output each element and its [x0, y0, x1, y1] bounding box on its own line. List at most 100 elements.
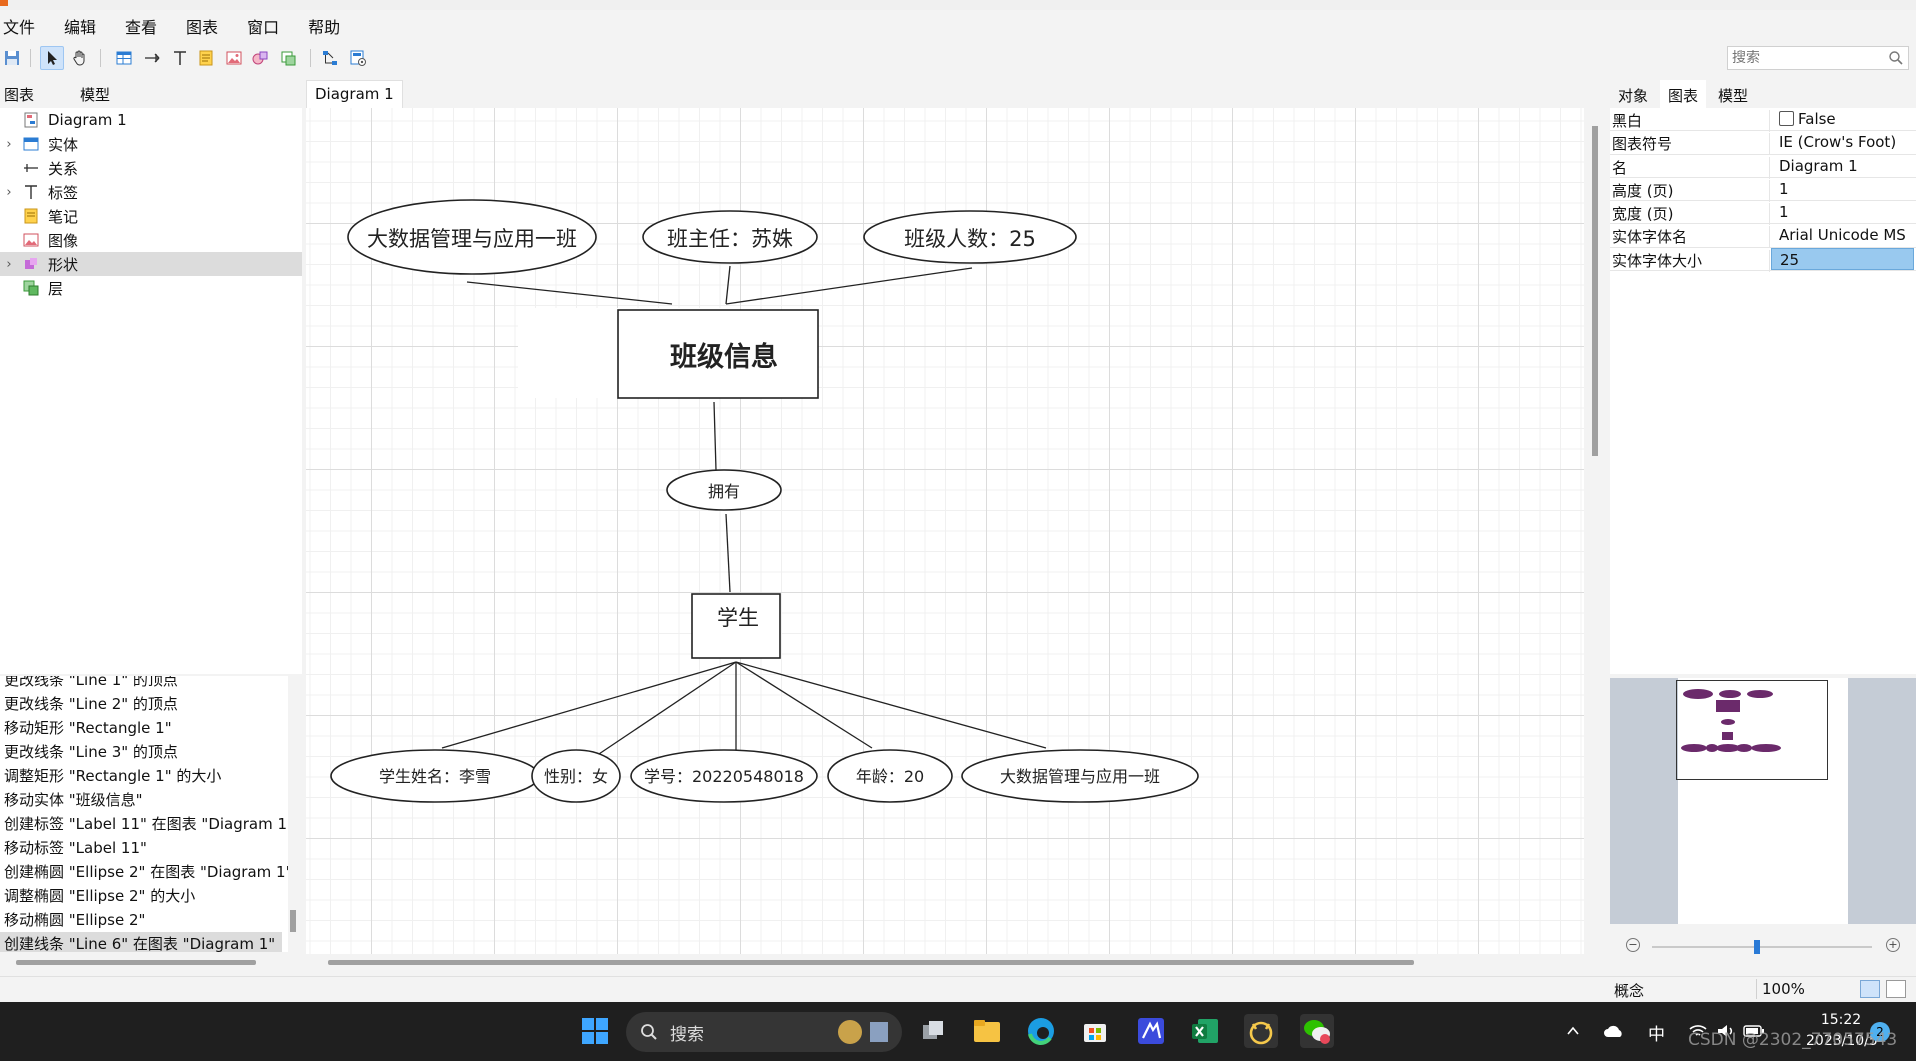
history-scrollbar[interactable] — [288, 676, 298, 952]
connector-line[interactable] — [466, 281, 673, 305]
menu-edit[interactable]: 编辑 — [64, 14, 96, 38]
left-horizontal-scrollbar[interactable] — [16, 960, 256, 965]
history-item[interactable]: 更改线条 "Line 1" 的顶点 — [0, 676, 282, 692]
property-value[interactable]: IE (Crow's Foot) — [1771, 131, 1914, 153]
new-image-button[interactable] — [222, 46, 246, 70]
new-shape-button[interactable] — [248, 46, 272, 70]
tab-diagram-1[interactable]: Diagram 1 — [306, 80, 403, 108]
menu-window[interactable]: 窗口 — [247, 14, 279, 38]
connector-line[interactable] — [735, 661, 1047, 749]
history-item[interactable]: 移动椭圆 "Ellipse 2" — [0, 908, 282, 932]
connector-line[interactable] — [735, 661, 873, 749]
image-icon — [226, 51, 242, 65]
history-panel: 更改线条 "Line 1" 的顶点 更改线条 "Line 2" 的顶点 移动矩形… — [0, 676, 288, 952]
history-item[interactable]: 创建标签 "Label 11" 在图表 "Diagram 1" — [0, 812, 288, 836]
zoom-out-icon[interactable]: − — [1626, 938, 1640, 952]
zoom-level[interactable]: 100% — [1762, 980, 1805, 998]
chevron-up-icon[interactable] — [1560, 1014, 1586, 1048]
property-value[interactable]: False — [1771, 108, 1914, 130]
tree-item-relations[interactable]: 关系 — [0, 156, 302, 180]
diagram-canvas[interactable]: 大数据管理与应用一班 班主任：苏姝 班级人数：25 班级信息 拥有 学生 学生姓… — [306, 108, 1584, 954]
property-value[interactable]: Arial Unicode MS — [1771, 224, 1914, 246]
connector-line[interactable] — [725, 265, 731, 305]
history-item[interactable]: 移动实体 "班级信息" — [0, 788, 282, 812]
history-item[interactable]: 更改线条 "Line 3" 的顶点 — [0, 740, 282, 764]
canvas-horizontal-scrollbar[interactable] — [328, 960, 1414, 965]
history-item[interactable]: 创建椭圆 "Ellipse 2" 在图表 "Diagram 1" — [0, 860, 288, 884]
menu-help[interactable]: 帮助 — [308, 14, 340, 38]
menu-diagram[interactable]: 图表 — [186, 14, 218, 38]
tab-diagram[interactable]: 图表 — [0, 80, 39, 106]
property-value-editor[interactable]: 25 — [1771, 247, 1914, 270]
microsoft-store-icon[interactable] — [1078, 1014, 1112, 1048]
ime-indicator[interactable]: 中 — [1648, 1020, 1665, 1045]
tree-item-layers[interactable]: 层 — [0, 276, 302, 300]
history-item-current[interactable]: 创建线条 "Line 6" 在图表 "Diagram 1" — [0, 932, 282, 952]
navicat-icon[interactable] — [1244, 1014, 1278, 1048]
toolbar — [0, 44, 1916, 72]
file-explorer-icon[interactable] — [970, 1014, 1004, 1048]
menu-file[interactable]: 文件 — [3, 14, 35, 38]
new-note-button[interactable] — [194, 46, 218, 70]
history-item[interactable]: 移动标签 "Label 11" — [0, 836, 282, 860]
connector-line[interactable] — [725, 267, 973, 305]
connector-line[interactable] — [589, 661, 737, 761]
chevron-right-icon[interactable]: › — [0, 185, 18, 200]
tree-item-images[interactable]: 图像 — [0, 228, 302, 252]
history-item[interactable]: 更改线条 "Line 2" 的顶点 — [0, 692, 282, 716]
property-value[interactable]: Diagram 1 — [1771, 155, 1914, 177]
tree-item-label: 形状 — [48, 255, 79, 274]
pointer-tool-button[interactable] — [40, 46, 64, 70]
property-value[interactable]: 1 — [1771, 201, 1914, 223]
diagram-overview[interactable] — [1610, 678, 1916, 924]
tree-item-notes[interactable]: 笔记 — [0, 204, 302, 228]
excel-icon[interactable] — [1188, 1014, 1222, 1048]
canvas-vertical-scrollbar[interactable] — [1590, 108, 1600, 954]
history-item[interactable]: 移动矩形 "Rectangle 1" — [0, 716, 282, 740]
layout-view-icon[interactable] — [1860, 980, 1880, 998]
zoom-in-icon[interactable]: + — [1886, 938, 1900, 952]
new-layer-button[interactable] — [276, 46, 300, 70]
search-field[interactable] — [1727, 46, 1909, 70]
tab-object[interactable]: 对象 — [1610, 80, 1656, 108]
split-view-icon[interactable] — [1886, 980, 1906, 998]
search-input[interactable] — [1732, 50, 1882, 66]
task-view-icon[interactable] — [916, 1014, 950, 1048]
tree-item-labels[interactable]: › 标签 — [0, 180, 302, 204]
diagram-settings-button[interactable] — [346, 46, 370, 70]
new-entity-button[interactable] — [112, 46, 136, 70]
connector-line[interactable] — [725, 513, 731, 593]
scroll-thumb[interactable] — [290, 910, 296, 932]
property-value[interactable]: 1 — [1771, 178, 1914, 200]
connector-line[interactable] — [441, 661, 737, 749]
overview-viewport-frame[interactable] — [1676, 680, 1828, 780]
zoom-track[interactable] — [1652, 946, 1872, 948]
menu-view[interactable]: 查看 — [125, 14, 157, 38]
auto-layout-button[interactable] — [318, 46, 342, 70]
scroll-thumb[interactable] — [1592, 126, 1598, 456]
onedrive-icon[interactable] — [1600, 1014, 1628, 1048]
tree-item-diagram[interactable]: Diagram 1 — [0, 108, 302, 132]
zoom-knob[interactable] — [1754, 940, 1760, 954]
history-item[interactable]: 调整椭圆 "Ellipse 2" 的大小 — [0, 884, 282, 908]
tab-diagram-properties[interactable]: 图表 — [1660, 80, 1707, 108]
taskbar-search[interactable]: 搜索 — [626, 1012, 902, 1052]
chevron-right-icon[interactable]: › — [0, 137, 18, 152]
save-button[interactable] — [0, 46, 24, 70]
history-item[interactable]: 调整矩形 "Rectangle 1" 的大小 — [0, 764, 282, 788]
hand-tool-button[interactable] — [68, 46, 92, 70]
windows-start-icon[interactable] — [578, 1014, 612, 1048]
checkbox[interactable] — [1779, 111, 1794, 126]
tab-model[interactable]: 模型 — [76, 80, 114, 106]
tree-item-shapes[interactable]: › 形状 — [0, 252, 302, 276]
new-relation-button[interactable] — [140, 46, 164, 70]
ide-app-icon[interactable] — [1134, 1014, 1168, 1048]
tab-model-properties[interactable]: 模型 — [1710, 80, 1756, 108]
tree-item-entities[interactable]: › 实体 — [0, 132, 302, 156]
wechat-icon[interactable] — [1300, 1014, 1334, 1048]
new-label-button[interactable] — [168, 46, 192, 70]
property-key: 宽度 (页) — [1610, 203, 1770, 226]
edge-browser-icon[interactable] — [1024, 1014, 1058, 1048]
connector-line[interactable] — [713, 401, 717, 471]
chevron-right-icon[interactable]: › — [0, 257, 18, 272]
